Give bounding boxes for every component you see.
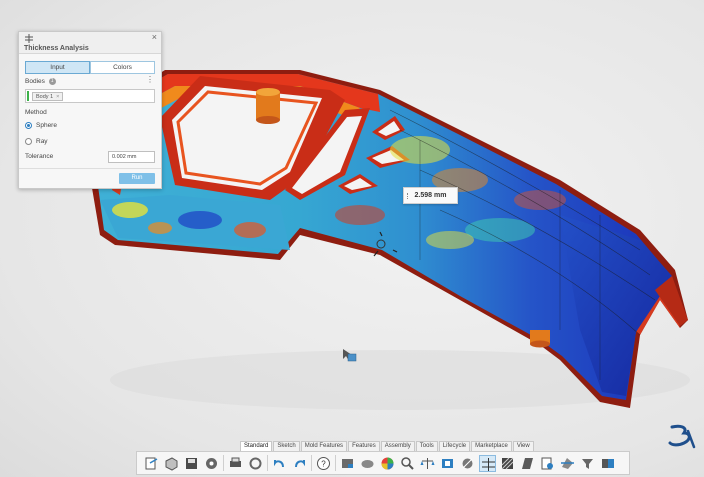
tab-mold-features[interactable]: Mold Features [300,441,348,451]
action-bar: ? [136,451,630,475]
filter-icon[interactable] [579,455,596,472]
tab-input[interactable]: Input [25,61,90,74]
panel-divider [19,168,161,169]
body-chip-label: Body 1 [36,94,54,100]
ray-radio[interactable] [25,138,32,145]
inspect-icon[interactable] [399,455,416,472]
color-wheel-icon[interactable] [379,455,396,472]
section-icon[interactable] [559,455,576,472]
tab-view[interactable]: View [512,441,534,451]
render-icon[interactable] [339,455,356,472]
measurement-value: 2.598 mm [414,192,447,199]
bodies-label: Bodies [25,78,45,86]
mass-icon[interactable] [539,455,556,472]
method-option-sphere[interactable]: Sphere [25,122,57,129]
tab-lifecycle[interactable]: Lifecycle [438,441,471,451]
toolbar-separator [311,455,312,471]
tab-standard[interactable]: Standard [240,441,273,451]
hatch-icon[interactable] [499,455,516,472]
tab-features[interactable]: Features [348,441,380,451]
undo-icon[interactable] [271,455,288,472]
tab-assembly[interactable]: Assembly [380,441,415,451]
3ds-logo [668,424,696,449]
method-label: Method [25,109,47,116]
thickness-measurement-label: 2.598 mm [403,187,458,204]
thickness-analysis-panel: Thickness Analysis × Input Colors Bodies… [18,31,162,189]
panel-tabs: Input Colors [25,61,155,74]
toolbar-separator [223,455,224,471]
share-icon[interactable] [143,455,160,472]
options-icon[interactable] [247,455,264,472]
sphere-radio[interactable] [25,122,32,129]
tab-sketch[interactable]: Sketch [273,441,300,451]
ray-label: Ray [36,138,48,146]
settings-gear-icon[interactable] [203,455,220,472]
new-part-icon[interactable] [163,455,180,472]
panel-titlebar[interactable]: Thickness Analysis × [19,32,161,54]
action-bar-tabs: Standard Sketch Mold Features Features A… [240,441,535,451]
tolerance-label: Tolerance [25,153,54,160]
more-options-icon[interactable]: ⋮ [146,76,154,84]
thickness-icon[interactable] [439,455,456,472]
3d-viewport[interactable]: Thickness Analysis × Input Colors Bodies… [0,0,704,477]
panel-title: Thickness Analysis [24,45,89,52]
sphere-label: Sphere [36,122,57,130]
save-icon[interactable] [183,455,200,472]
remove-chip-icon[interactable]: × [56,94,59,100]
tolerance-input[interactable]: 0.002 mm [108,151,155,163]
method-option-ray[interactable]: Ray [25,138,48,145]
close-icon[interactable]: × [152,33,157,42]
run-button[interactable]: Run [119,173,155,184]
drag-handle-icon[interactable] [407,193,410,199]
svg-text:?: ? [321,459,326,468]
toolbar-separator [267,455,268,471]
selection-indicator [27,91,29,101]
measure-icon[interactable] [459,455,476,472]
toolbar-separator [335,455,336,471]
help-icon[interactable]: ? [315,455,332,472]
body-chip[interactable]: Body 1 × [32,92,64,101]
redo-icon[interactable] [291,455,308,472]
tab-marketplace[interactable]: Marketplace [471,441,512,451]
tab-tools[interactable]: Tools [415,441,438,451]
print-icon[interactable] [227,455,244,472]
tab-colors[interactable]: Colors [90,61,155,74]
bodies-selection-field[interactable]: Body 1 × [25,89,155,103]
draft-icon[interactable] [519,455,536,472]
compare-icon[interactable] [599,455,616,472]
appearance-icon[interactable] [359,455,376,472]
thickness-analysis-icon [25,34,33,43]
thickness-analysis-icon[interactable] [479,454,496,472]
bodies-count-badge: 1 [48,78,56,85]
bodies-row: Bodies 1 [25,78,56,85]
balance-icon[interactable] [419,455,436,472]
